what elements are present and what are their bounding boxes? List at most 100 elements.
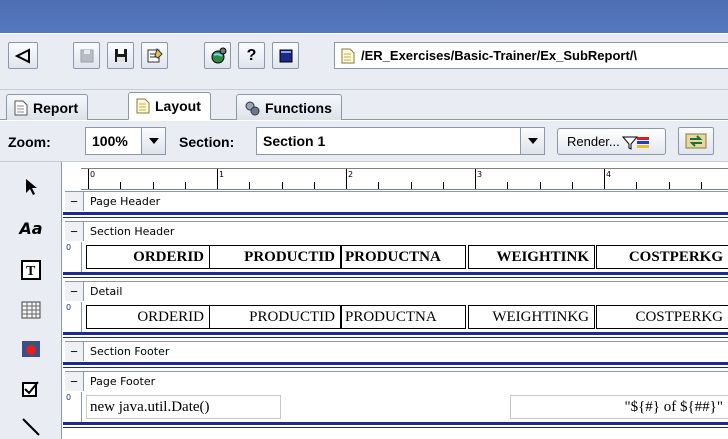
ruler-tick	[410, 182, 412, 189]
ruler-tick	[539, 182, 541, 189]
textfield-tool[interactable]: T	[18, 257, 44, 283]
ruler-number: 3	[477, 170, 483, 179]
report-path-field[interactable]: /ER_Exercises/Basic-Trainer/Ex_SubReport…	[334, 42, 728, 69]
tab-functions[interactable]: Functions	[236, 94, 342, 120]
window-button[interactable]	[272, 42, 299, 69]
ruler-tick	[475, 169, 476, 189]
tab-functions-label: Functions	[265, 99, 332, 116]
ruler-number: 1	[219, 170, 225, 179]
page-footer-row: 0 new java.util.Date() "${#} of ${##}"	[63, 392, 728, 422]
collapse-icon[interactable]: −	[65, 282, 84, 301]
new-button[interactable]	[73, 42, 100, 69]
collapse-icon[interactable]: −	[65, 192, 84, 211]
band-section-header[interactable]: − Section Header	[65, 221, 728, 241]
ruler-tick	[604, 169, 605, 189]
report-doc-icon	[14, 100, 28, 115]
row-marker: 0	[65, 392, 82, 422]
disk-disabled-icon	[80, 49, 93, 62]
back-arrow-icon	[14, 47, 30, 64]
collapse-icon[interactable]: −	[65, 222, 84, 241]
band-separator	[63, 217, 728, 218]
footer-field-date[interactable]: new java.util.Date()	[86, 395, 281, 419]
chevron-down-icon	[520, 128, 544, 154]
collapse-icon[interactable]: −	[65, 372, 84, 391]
band-separator	[63, 337, 728, 338]
table-grid-icon	[21, 301, 41, 319]
detail-row: 0 ORDERID PRODUCTID PRODUCTNA WEIGHTINKG…	[63, 302, 728, 332]
main-toolbar: ? /ER_Exercises/Basic-Trainer/Ex_SubRepo…	[0, 34, 728, 90]
header-field-costperkg[interactable]: COSTPERKG	[596, 245, 728, 269]
zoom-value: 100%	[92, 133, 128, 149]
band-page-footer[interactable]: − Page Footer	[65, 371, 728, 391]
ruler-tick	[346, 169, 347, 189]
view-tabs: Report Layout Functions	[0, 90, 728, 120]
tab-report-label: Report	[33, 99, 79, 116]
band-section-footer-label: Section Footer	[90, 345, 170, 358]
title-bar	[0, 0, 728, 33]
detail-field-costperkg[interactable]: COSTPERKG	[596, 305, 728, 329]
detail-field-weightinkg[interactable]: WEIGHTINKG	[468, 305, 595, 329]
window-icon	[279, 49, 292, 62]
band-separator	[63, 277, 728, 278]
band-section-footer[interactable]: − Section Footer	[65, 341, 728, 361]
band-separator	[63, 367, 728, 368]
header-field-productname[interactable]: PRODUCTNA	[341, 245, 466, 269]
band-detail[interactable]: − Detail	[65, 281, 728, 301]
ruler-tick	[120, 182, 122, 189]
properties-button[interactable]	[141, 42, 168, 69]
functions-icon	[245, 101, 260, 115]
band-page-footer-label: Page Footer	[90, 375, 156, 388]
header-field-productid[interactable]: PRODUCTID	[209, 245, 341, 269]
ruler-tick	[442, 182, 444, 189]
zoom-label: Zoom:	[8, 134, 51, 150]
band-separator	[63, 427, 728, 428]
globe-gear-icon	[211, 47, 226, 63]
band-page-header[interactable]: − Page Header	[65, 191, 728, 211]
tab-layout[interactable]: Layout	[128, 92, 211, 120]
select-tool[interactable]	[18, 174, 44, 200]
help-button[interactable]: ?	[238, 42, 265, 69]
section-header-row: 0 ORDERID PRODUCTID PRODUCTNA WEIGHTINK …	[63, 242, 728, 272]
detail-field-productname[interactable]: PRODUCTNA	[341, 305, 466, 329]
header-field-weightinkg[interactable]: WEIGHTINK	[468, 245, 595, 269]
ruler-number: 2	[348, 170, 354, 179]
band-separator	[63, 212, 728, 215]
band-separator	[63, 332, 728, 335]
zoom-select[interactable]: 100%	[85, 127, 166, 155]
swap-arrows-icon	[685, 133, 707, 149]
tab-report[interactable]: Report	[6, 94, 89, 120]
run-button[interactable]	[204, 42, 231, 69]
render-button[interactable]: Render...	[557, 128, 666, 155]
ruler-tick	[700, 182, 702, 189]
refresh-button[interactable]	[678, 127, 714, 155]
row-marker: 0	[65, 242, 82, 272]
line-tool[interactable]	[18, 414, 44, 439]
section-select[interactable]: Section 1	[256, 127, 545, 155]
render-label: Render...	[567, 134, 620, 149]
ruler-tick	[217, 169, 218, 189]
band-section-header-label: Section Header	[90, 225, 175, 238]
document-icon	[341, 48, 355, 63]
header-field-orderid[interactable]: ORDERID	[86, 245, 210, 269]
diagonal-line-icon	[22, 418, 40, 436]
collapse-icon[interactable]: −	[65, 342, 84, 361]
ruler-tick	[378, 182, 380, 189]
detail-field-productid[interactable]: PRODUCTID	[209, 305, 341, 329]
report-path-text: /ER_Exercises/Basic-Trainer/Ex_SubReport…	[361, 48, 638, 63]
element-palette: Aa T	[0, 162, 62, 439]
table-tool[interactable]	[18, 297, 44, 323]
footer-field-page-count[interactable]: "${#} of ${##}"	[510, 395, 728, 419]
band-separator	[63, 272, 728, 275]
chevron-down-icon	[141, 128, 165, 154]
label-tool[interactable]: Aa	[18, 215, 44, 241]
layout-doc-icon	[136, 98, 150, 114]
image-tool[interactable]	[18, 336, 44, 362]
back-button[interactable]	[8, 42, 38, 69]
checkbox-tool[interactable]	[18, 376, 44, 402]
detail-field-orderid[interactable]: ORDERID	[86, 305, 210, 329]
svg-text:T: T	[26, 264, 36, 279]
ruler-tick	[184, 182, 186, 189]
save-button[interactable]	[107, 42, 134, 69]
ruler-tick	[571, 182, 573, 189]
layout-canvas[interactable]: 0 1 2 3 4 − Page Header − Section Header 0 O…	[63, 162, 728, 439]
